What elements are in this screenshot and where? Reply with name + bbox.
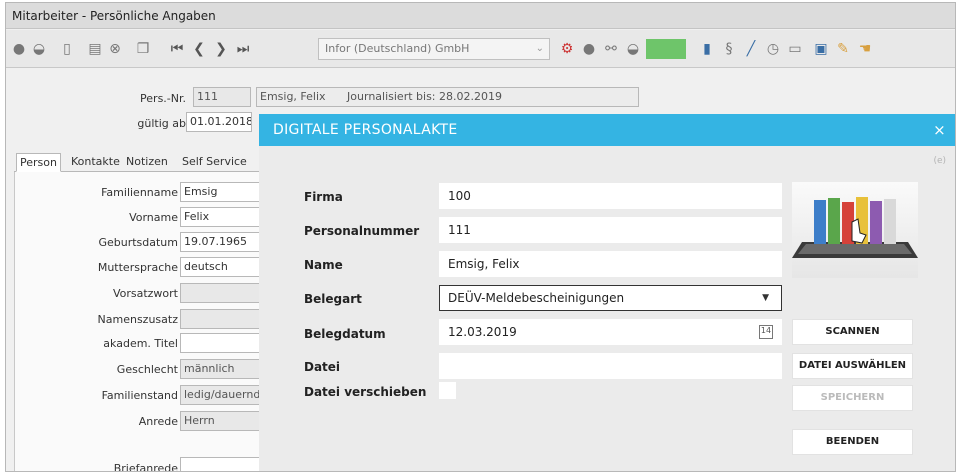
muttersprache-field[interactable]: deutsch <box>180 257 260 277</box>
first-record-icon[interactable]: ⏮ <box>168 40 186 58</box>
tab-self-service[interactable]: Self Service <box>179 153 250 172</box>
last-record-icon[interactable]: ⏭ <box>234 40 252 58</box>
vorsatzwort-label: Vorsatzwort <box>112 287 178 300</box>
datei-auswaehlen-button[interactable]: DATEI AUSWÄHLEN <box>792 353 913 379</box>
company-select[interactable]: Infor (Deutschland) GmbH ⌄ <box>318 38 550 60</box>
muttersprache-label: Muttersprache <box>97 261 178 274</box>
belegdatum-value: 12.03.2019 <box>448 325 517 339</box>
personalnummer-field[interactable]: 111 <box>439 217 782 243</box>
chevron-down-icon: ⌄ <box>535 43 544 54</box>
geschlecht-label: Geschlecht <box>116 363 178 376</box>
firma-field[interactable]: 100 <box>439 183 782 209</box>
firma-label: Firma <box>304 190 343 204</box>
familienname-field[interactable]: Emsig <box>180 182 260 202</box>
save-icon[interactable]: ▤ <box>86 40 104 58</box>
briefanrede-field[interactable] <box>180 457 260 471</box>
anrede-field[interactable]: Herrn <box>180 411 260 431</box>
gueltig-field[interactable]: 01.01.2018 <box>186 112 252 132</box>
copy-icon[interactable]: ❐ <box>134 40 152 58</box>
binders-laptop-image <box>792 182 918 278</box>
vorname-label: Vorname <box>129 211 178 224</box>
calendar-icon[interactable]: 14 <box>759 325 773 339</box>
tab-kontakte[interactable]: Kontakte <box>68 153 123 172</box>
titel-label: akadem. Titel <box>103 337 178 350</box>
eraser-icon[interactable]: ◒ <box>624 40 642 58</box>
new-document-icon[interactable]: ▯ <box>58 40 76 58</box>
vorsatzwort-field[interactable] <box>180 283 260 303</box>
note-icon[interactable]: ✎ <box>834 40 852 58</box>
paragraph-icon[interactable]: § <box>720 40 738 58</box>
scannen-button[interactable]: SCANNEN <box>792 319 913 345</box>
familienstand-label: Familienstand <box>101 389 178 402</box>
namenszusatz-field[interactable] <box>180 309 260 329</box>
dropdown-arrow-icon: ▼ <box>762 293 769 303</box>
tab-notizen[interactable]: Notizen <box>123 153 171 172</box>
familienstand-field[interactable]: ledig/dauernd <box>180 385 260 405</box>
anrede-label: Anrede <box>138 415 178 428</box>
header-name: Emsig, Felix <box>260 90 326 103</box>
datei-label: Datei <box>304 360 341 374</box>
highlight-toggle[interactable] <box>646 39 686 59</box>
geburtsdatum-label: Geburtsdatum <box>98 236 178 249</box>
geschlecht-field[interactable]: männlich <box>180 359 260 379</box>
belegdatum-label: Belegdatum <box>304 327 386 341</box>
persnr-label: Pers.-Nr. <box>140 92 186 105</box>
beenden-button[interactable]: BEENDEN <box>792 429 913 455</box>
dialog-header: DIGITALE PERSONALAKTE × <box>259 114 955 146</box>
next-record-icon[interactable]: ❯ <box>212 40 230 58</box>
gueltig-label: gültig ab <box>137 117 186 130</box>
belegart-label: Belegart <box>304 292 362 306</box>
belegart-select[interactable]: DEÜV-Meldebescheinigungen ▼ <box>439 285 782 311</box>
name-field[interactable]: Emsig, Felix <box>439 251 782 277</box>
pen-icon[interactable]: ╱ <box>742 40 760 58</box>
briefanrede-label: Briefanrede <box>113 462 178 472</box>
digitale-personalakte-dialog: DIGITALE PERSONALAKTE × (e) Firma 100 Pe… <box>259 114 955 471</box>
familienname-label: Familienname <box>101 186 178 199</box>
toolbar: ● ◒ ▯ ▤ ⊗ ❐ ⏮ ❮ ❯ ⏭ Infor (Deutschland) … <box>6 30 955 68</box>
name-label: Name <box>304 258 343 272</box>
titel-field[interactable] <box>180 333 260 353</box>
datei-verschieben-label: Datei verschieben <box>304 385 427 399</box>
window-title: Mitarbeiter - Persönliche Angaben <box>6 3 955 29</box>
clock-icon[interactable]: ◷ <box>764 40 782 58</box>
book-icon[interactable]: ▮ <box>698 40 716 58</box>
belegdatum-field[interactable]: 12.03.2019 14 <box>439 319 782 345</box>
journal-label: Journalisiert bis: 28.02.2019 <box>347 90 502 103</box>
back-circle-icon[interactable]: ● <box>10 40 28 58</box>
personalnummer-label: Personalnummer <box>304 224 420 238</box>
tab-bar: Person Kontakte Notizen Self Service <box>14 150 260 172</box>
window-icon[interactable]: ▭ <box>786 40 804 58</box>
belegart-value: DEÜV-Meldebescheinigungen <box>448 291 625 305</box>
dialog-title: DIGITALE PERSONALAKTE <box>273 122 458 138</box>
delete-icon[interactable]: ⊗ <box>106 40 124 58</box>
users-icon[interactable]: ⚙ <box>558 40 576 58</box>
dialog-tag: (e) <box>933 156 946 166</box>
tab-person[interactable]: Person <box>16 153 61 172</box>
persnr-field: 111 <box>193 87 251 107</box>
name-journal-field: Emsig, Felix Journalisiert bis: 28.02.20… <box>256 87 639 107</box>
close-icon[interactable]: × <box>933 114 946 146</box>
link-icon[interactable]: ⚯ <box>602 40 620 58</box>
hand-icon[interactable]: ☚ <box>856 40 874 58</box>
speichern-button[interactable]: SPEICHERN <box>792 385 913 411</box>
datei-field[interactable] <box>439 353 782 379</box>
datei-verschieben-checkbox[interactable] <box>439 382 456 399</box>
geburtsdatum-field[interactable]: 19.07.1965 <box>180 232 260 252</box>
main-window: Mitarbeiter - Persönliche Angaben ● ◒ ▯ … <box>5 2 956 472</box>
report-icon[interactable]: ▣ <box>812 40 830 58</box>
previous-record-icon[interactable]: ❮ <box>190 40 208 58</box>
namenszusatz-label: Namenszusatz <box>97 313 178 326</box>
eraser-icon[interactable]: ◒ <box>30 40 48 58</box>
binders-illustration <box>792 197 918 258</box>
disk-icon[interactable]: ● <box>580 40 598 58</box>
vorname-field[interactable]: Felix <box>180 207 260 227</box>
company-name: Infor (Deutschland) GmbH <box>325 42 470 55</box>
